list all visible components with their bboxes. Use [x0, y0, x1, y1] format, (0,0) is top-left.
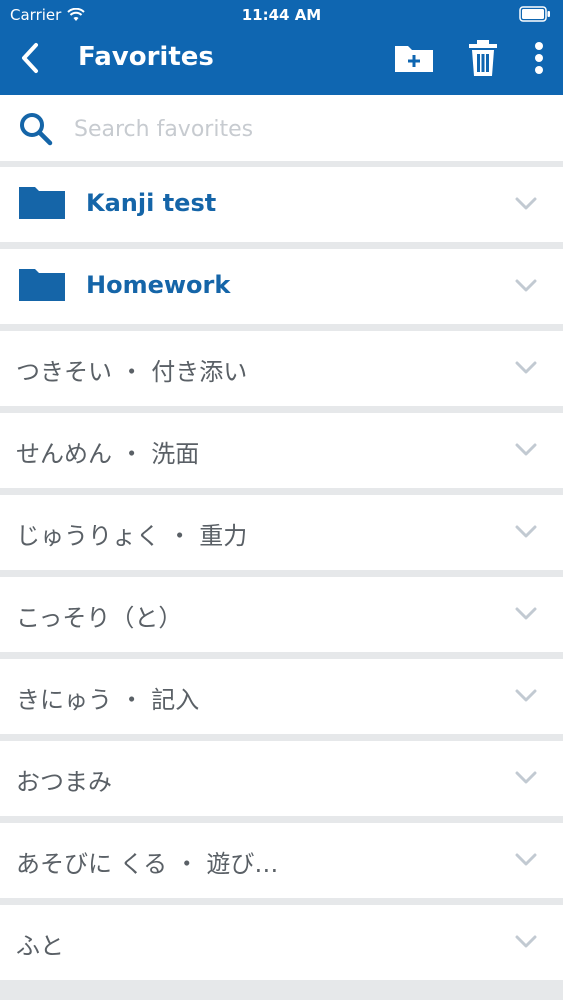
nav-bar: Favorites	[0, 30, 563, 95]
word-item[interactable]: あそびに くる ・ 遊び…	[0, 823, 563, 898]
search-bar	[0, 95, 563, 161]
status-bar: Carrier 11:44 AM	[0, 0, 563, 30]
more-button[interactable]	[516, 36, 562, 80]
word-item[interactable]: じゅうりょく ・ 重力	[0, 495, 563, 570]
delete-button[interactable]	[460, 36, 506, 80]
search-input[interactable]	[74, 109, 534, 149]
chevron-down-icon[interactable]	[515, 361, 537, 375]
chevron-down-icon[interactable]	[515, 935, 537, 949]
page-title: Favorites	[78, 42, 214, 72]
folder-icon	[19, 269, 65, 301]
search-icon	[20, 113, 53, 146]
chevron-down-icon[interactable]	[515, 197, 537, 211]
word-label: ふと	[16, 932, 64, 960]
word-label: あそびに くる ・ 遊び…	[16, 850, 279, 878]
word-item[interactable]: つきそい ・ 付き添い	[0, 331, 563, 406]
status-time: 11:44 AM	[241, 6, 322, 24]
chevron-down-icon[interactable]	[515, 525, 537, 539]
more-vertical-icon	[535, 42, 543, 74]
new-folder-button[interactable]	[391, 36, 437, 80]
word-label: おつまみ	[16, 768, 112, 796]
word-label: せんめん ・ 洗面	[16, 440, 200, 468]
word-item[interactable]: こっそり（と）	[0, 577, 563, 652]
word-label: つきそい ・ 付き添い	[16, 358, 248, 386]
folder-item[interactable]: Kanji test	[0, 167, 563, 242]
back-button[interactable]	[8, 36, 52, 80]
word-label: こっそり（と）	[16, 604, 183, 632]
chevron-down-icon[interactable]	[515, 443, 537, 457]
chevron-down-icon[interactable]	[515, 279, 537, 293]
word-item[interactable]: おつまみ	[0, 741, 563, 816]
folder-item[interactable]: Homework	[0, 249, 563, 324]
folder-icon	[19, 187, 65, 219]
battery-icon	[519, 6, 551, 26]
folder-label: Kanji test	[86, 189, 217, 217]
app-header: Carrier 11:44 AM Favorites	[0, 0, 563, 95]
chevron-down-icon[interactable]	[515, 689, 537, 703]
word-item[interactable]: せんめん ・ 洗面	[0, 413, 563, 488]
chevron-down-icon[interactable]	[515, 607, 537, 621]
word-item[interactable]: きにゅう ・ 記入	[0, 659, 563, 734]
word-item[interactable]: ふと	[0, 905, 563, 980]
chevron-left-icon	[22, 43, 38, 73]
chevron-down-icon[interactable]	[515, 771, 537, 785]
chevron-down-icon[interactable]	[515, 853, 537, 867]
folder-plus-icon	[395, 46, 433, 72]
favorites-list: Kanji test Homework つきそい ・ 付き添い せんめん ・ 洗…	[0, 167, 563, 987]
trash-icon	[469, 40, 497, 76]
word-label: じゅうりょく ・ 重力	[16, 522, 248, 550]
folder-label: Homework	[86, 271, 231, 299]
word-label: きにゅう ・ 記入	[16, 686, 200, 714]
